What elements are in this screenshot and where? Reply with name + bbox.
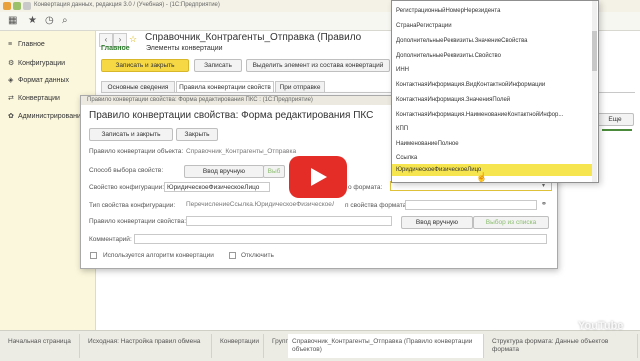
- dialog-close-button[interactable]: Закрыть: [176, 128, 218, 141]
- save-close-button[interactable]: Записать и закрыть: [101, 59, 189, 72]
- config-property-field[interactable]: ЮридическоеФизическоеЛицо: [164, 182, 270, 192]
- sidebar-item-label: Конвертации: [18, 95, 60, 102]
- column-marker: [602, 129, 632, 131]
- app-icon: [3, 2, 11, 10]
- highlight-element-button[interactable]: Выделить элемент из состава конвертаций: [246, 59, 390, 72]
- task-contractors-rule[interactable]: Справочник_Контрагенты_Отправка (Правило…: [288, 334, 484, 358]
- video-play-button[interactable]: [289, 156, 347, 198]
- sidebar-item-configurations[interactable]: ⚙ Конфигурации: [8, 59, 65, 71]
- window-title: Конвертация данных, редакция 3.0 / (Учеб…: [34, 2, 220, 8]
- disable-label: Отключить: [241, 252, 274, 259]
- config-property-type-value: ПеречислениеСсылка.ЮридическоеФизическое…: [184, 200, 334, 210]
- link-icon[interactable]: ⚭: [541, 200, 547, 208]
- tab-main[interactable]: Главное: [101, 45, 130, 52]
- dropdown-item[interactable]: Ссылка: [396, 152, 592, 164]
- search-icon[interactable]: ⌕: [62, 16, 68, 26]
- dropdown-item-selected[interactable]: ЮридическоеФизическоеЛицо: [392, 164, 596, 176]
- dropdown-scrollbar[interactable]: [592, 1, 597, 182]
- gear-icon: ⚙: [8, 60, 15, 67]
- dropdown-item[interactable]: КонтактнаяИнформация.ЗначенияПолей: [396, 94, 592, 106]
- config-property-type-label: Тип свойства конфигурации:: [89, 202, 176, 209]
- dropdown-item[interactable]: ДополнительныеРеквизиты.ЗначениеСвойства: [396, 35, 592, 47]
- mouse-cursor-icon: ☝: [476, 172, 488, 182]
- play-icon: [311, 168, 327, 186]
- select-from-list-button-2[interactable]: Выбор из списка: [473, 216, 549, 229]
- admin-icon: ✿: [8, 113, 14, 120]
- youtube-logo: YouTube: [578, 320, 624, 332]
- open-windows-bar: Начальная страница Исходная: Настройка п…: [0, 330, 640, 361]
- format-property-type-field[interactable]: [405, 200, 537, 210]
- sidebar-item-conversions[interactable]: ⇄ Конвертации: [8, 94, 60, 106]
- manual-input-button[interactable]: Ввод вручную: [184, 165, 264, 178]
- task-conversions[interactable]: Конвертации: [214, 334, 264, 358]
- dropdown-item[interactable]: КонтактнаяИнформация.ВидКонтактнойИнформ…: [396, 79, 592, 91]
- dropdown-item[interactable]: ДополнительныеРеквизиты.Свойство: [396, 50, 592, 62]
- format-property-dropdown: РегистрационныйНомерНерезидента СтранаРе…: [391, 0, 599, 183]
- comment-field[interactable]: [134, 234, 547, 244]
- chevron-down-icon[interactable]: ▾: [542, 182, 545, 189]
- format-icon: ◈: [8, 77, 14, 84]
- manual-input-button-2[interactable]: Ввод вручную: [401, 216, 473, 229]
- sidebar-item-label: Главное: [18, 41, 45, 48]
- grid-menu-icon[interactable]: ▦: [8, 16, 17, 26]
- more-button[interactable]: Еще: [596, 113, 634, 126]
- tab-conversion-elements[interactable]: Элементы конвертации: [146, 45, 223, 52]
- dropdown-item[interactable]: ИНН: [396, 64, 592, 76]
- favorite-star-icon[interactable]: ☆: [129, 34, 137, 45]
- task-format-structure[interactable]: Структура формата: Данные объектов форма…: [486, 334, 638, 358]
- sidebar-item-label: Формат данных: [18, 77, 70, 84]
- star-icon[interactable]: ★: [28, 16, 37, 26]
- property-rule-field[interactable]: [186, 216, 392, 226]
- dialog-title: Правило конвертации свойства: Форма реда…: [89, 110, 374, 121]
- dropdown-scrollbar-thumb[interactable]: [592, 31, 597, 71]
- select-method-label: Способ выбора свойств:: [89, 167, 164, 174]
- save-button[interactable]: Записать: [194, 59, 242, 72]
- comment-label: Комментарий:: [89, 236, 132, 243]
- sidebar-item-label: Администрирование: [18, 113, 85, 120]
- app-icon-secondary: [13, 2, 21, 10]
- use-algorithm-label: Используется алгоритм конвертации: [103, 252, 214, 259]
- dropdown-item[interactable]: КонтактнаяИнформация.НаименованиеКонтакт…: [396, 109, 592, 121]
- select-from-list-button[interactable]: Выб: [263, 165, 285, 178]
- disable-checkbox[interactable]: [229, 252, 236, 259]
- dropdown-item[interactable]: НаименованиеПолное: [396, 138, 592, 150]
- sidebar-item-label: Конфигурации: [18, 60, 66, 67]
- dropdown-item[interactable]: СтранаРегистрации: [396, 20, 592, 32]
- app-menu-icon[interactable]: [23, 2, 31, 10]
- menu-icon: ≡: [8, 41, 13, 48]
- object-rule-label: Правило конвертации объекта:: [89, 148, 184, 155]
- format-property-type-label: п свойства формата:: [345, 202, 409, 209]
- page-title: Справочник_Контрагенты_Отправка (Правило: [145, 32, 362, 43]
- task-exchange-rules[interactable]: Исходная: Настройка правил обмена: [82, 334, 212, 358]
- property-rule-label: Правило конвертации свойства:: [89, 218, 187, 225]
- dropdown-item[interactable]: КПП: [396, 123, 592, 135]
- dropdown-item[interactable]: РегистрационныйНомерНерезидента: [396, 5, 592, 17]
- convert-icon: ⇄: [8, 95, 14, 102]
- sidebar-item-administration[interactable]: ✿ Администрирование: [8, 112, 85, 124]
- dialog-save-close-button[interactable]: Записать и закрыть: [89, 128, 173, 141]
- use-algorithm-checkbox[interactable]: [90, 252, 97, 259]
- sidebar-item-main[interactable]: ≡ Главное: [8, 41, 45, 53]
- format-property-label: о формата:: [348, 184, 383, 191]
- config-property-label: Свойство конфигурации:: [89, 184, 165, 191]
- dialog-window-title: Правило конвертации свойства: Форма реда…: [87, 97, 313, 103]
- history-icon[interactable]: ◷: [45, 16, 54, 26]
- sidebar-item-data-format[interactable]: ◈ Формат данных: [8, 76, 69, 88]
- task-home-page[interactable]: Начальная страница: [2, 334, 80, 358]
